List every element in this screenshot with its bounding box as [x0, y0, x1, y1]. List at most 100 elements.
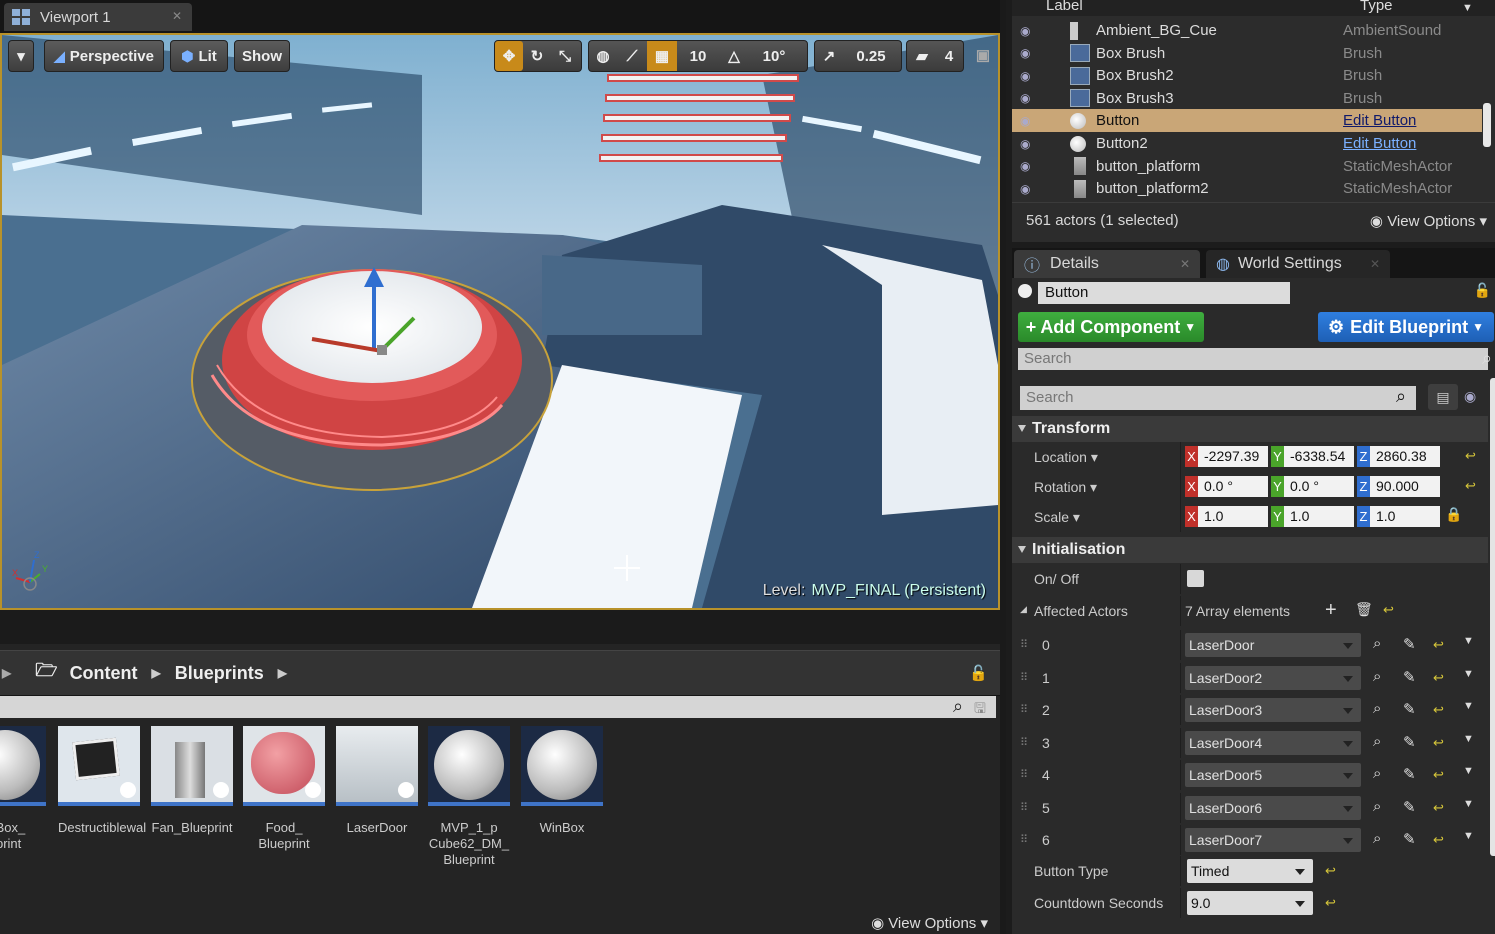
eye-icon[interactable]: ◉ — [1464, 388, 1476, 405]
add-component-button[interactable]: + Add Component ▼ — [1018, 312, 1204, 342]
browse-icon[interactable]: ⌕ — [1373, 668, 1381, 685]
reset-icon[interactable]: ↩ — [1433, 800, 1444, 816]
scale-x-field[interactable]: X 1.0 — [1185, 506, 1268, 527]
transform-category[interactable]: Transform — [1012, 416, 1488, 442]
eyedropper-icon[interactable]: ✎ — [1403, 733, 1416, 751]
reset-icon[interactable]: ↩ — [1325, 895, 1336, 911]
actor-picker-dropdown[interactable]: LaserDoor4 — [1185, 730, 1361, 755]
close-icon[interactable]: ✕ — [1370, 257, 1380, 271]
actor-picker-dropdown[interactable]: LaserDoor5 — [1185, 763, 1361, 787]
reset-icon[interactable]: ↩ — [1433, 637, 1444, 653]
rotation-snap-icon[interactable]: △ — [719, 41, 749, 71]
rotation-snap-value[interactable]: 10° — [749, 41, 799, 71]
button-type-dropdown[interactable]: Timed — [1187, 859, 1313, 883]
details-scrollbar[interactable] — [1490, 378, 1495, 856]
grid-snap-value[interactable]: 10 — [677, 41, 719, 71]
actor-name-field[interactable]: Button — [1038, 282, 1290, 304]
browse-icon[interactable]: ⌕ — [1373, 798, 1381, 815]
level-viewport[interactable]: ▾ ◢ Perspective ⬢ Lit Show ✥ ↻ ⤡ ◍ ⟋ ▦ 10 … — [0, 33, 1000, 610]
drag-handle-icon[interactable]: ⠿ — [1020, 736, 1028, 749]
tab-details[interactable]: ⓘ Details ✕ — [1014, 250, 1200, 278]
browse-icon[interactable]: ⌕ — [1373, 635, 1381, 652]
translate-icon[interactable]: ✥ — [495, 41, 523, 71]
scale-z-field[interactable]: Z 1.0 — [1357, 506, 1440, 527]
chevron-right-icon[interactable]: ▶ — [2, 666, 11, 680]
eyedropper-icon[interactable]: ✎ — [1403, 765, 1416, 783]
expand-icon[interactable]: ◢ — [1020, 604, 1027, 615]
asset-search-input[interactable] — [0, 696, 996, 718]
actor-picker-dropdown[interactable]: LaserDoor2 — [1185, 665, 1361, 690]
eyedropper-icon[interactable]: ✎ — [1403, 668, 1416, 686]
outliner-row[interactable]: ◉ Button2 Edit Button — [1012, 132, 1482, 155]
visibility-eye-icon[interactable]: ◉ — [1020, 69, 1030, 83]
breadcrumb-blueprints[interactable]: Blueprints — [175, 663, 264, 684]
asset-tile[interactable]: LaserDoor — [336, 726, 418, 836]
viewport-options-button[interactable]: ▾ — [8, 40, 34, 72]
scale-snap-value[interactable]: 0.25 — [843, 41, 899, 71]
camera-speed-icon[interactable]: ▰ — [907, 41, 937, 71]
reset-icon[interactable]: ↩ — [1433, 767, 1444, 783]
drag-handle-icon[interactable]: ⠿ — [1020, 671, 1028, 684]
outliner-row[interactable]: ◉ Ambient_BG_Cue AmbientSound — [1012, 19, 1482, 42]
column-label[interactable]: Label — [1046, 0, 1083, 14]
world-icon[interactable]: ◍ — [589, 41, 617, 71]
property-search-input[interactable]: Search — [1020, 386, 1416, 410]
actor-picker-dropdown[interactable]: LaserDoor3 — [1185, 698, 1361, 722]
visibility-eye-icon[interactable]: ◉ — [1020, 24, 1030, 38]
browse-icon[interactable]: ⌕ — [1373, 733, 1381, 750]
browse-icon[interactable]: ⌕ — [1373, 830, 1381, 847]
location-z-field[interactable]: Z 2860.38 — [1357, 446, 1440, 467]
asset-tile[interactable]: Food_ Blueprint — [243, 726, 325, 852]
outliner-row[interactable]: ◉ button_platform StaticMeshActor — [1012, 155, 1482, 178]
close-icon[interactable]: ✕ — [1180, 257, 1190, 271]
visibility-eye-icon[interactable]: ◉ — [1020, 137, 1030, 151]
surface-snap-icon[interactable]: ⟋ — [617, 41, 647, 71]
drag-handle-icon[interactable]: ⠿ — [1020, 638, 1028, 651]
close-icon[interactable]: ✕ — [172, 9, 182, 23]
outliner-scrollbar[interactable] — [1483, 103, 1491, 147]
lock-icon[interactable]: 🔓 — [969, 664, 988, 682]
drag-handle-icon[interactable]: ⠿ — [1020, 801, 1028, 814]
drag-handle-icon[interactable]: ⠿ — [1020, 703, 1028, 716]
location-y-field[interactable]: Y -6338.54 — [1271, 446, 1354, 467]
scale-icon[interactable]: ⤡ — [551, 41, 579, 71]
tab-world-settings[interactable]: ◍ World Settings ✕ — [1206, 250, 1390, 278]
rotation-y-field[interactable]: Y 0.0 ° — [1271, 476, 1354, 497]
breadcrumb-content[interactable]: Content — [70, 663, 138, 684]
countdown-field[interactable]: 9.0 — [1187, 891, 1313, 915]
viewport-tab[interactable]: Viewport 1 ✕ — [4, 3, 192, 31]
reset-icon[interactable]: ↩ — [1465, 448, 1476, 464]
outliner-row[interactable]: ◉ Box Brush2 Brush — [1012, 64, 1482, 87]
search-icon[interactable]: ⌕ — [1396, 386, 1406, 407]
actor-picker-dropdown[interactable]: LaserDoor — [1185, 633, 1361, 657]
lock-icon[interactable]: 🔒 — [1445, 506, 1462, 523]
outliner-row-type[interactable]: Edit Button — [1343, 135, 1416, 152]
asset-tile[interactable]: thBox_ eprint — [0, 726, 46, 852]
camera-speed-value[interactable]: 4 — [937, 41, 961, 71]
scale-y-field[interactable]: Y 1.0 — [1271, 506, 1354, 527]
outliner-row-type[interactable]: Edit Button — [1343, 112, 1416, 129]
asset-tile[interactable]: WinBox — [521, 726, 603, 836]
perspective-button[interactable]: ◢ Perspective — [44, 40, 164, 72]
visibility-eye-icon[interactable]: ◉ — [1020, 159, 1030, 173]
reset-icon[interactable]: ↩ — [1465, 478, 1476, 494]
reset-icon[interactable]: ↩ — [1433, 670, 1444, 686]
grid-snap-icon[interactable]: ▦ — [647, 41, 677, 71]
onoff-checkbox[interactable] — [1187, 570, 1204, 587]
edit-blueprint-button[interactable]: ⚙ Edit Blueprint ▼ — [1318, 312, 1494, 342]
component-search-input[interactable]: Search — [1018, 348, 1488, 370]
reset-icon[interactable]: ↩ — [1383, 602, 1394, 618]
visibility-eye-icon[interactable]: ◉ — [1020, 182, 1030, 196]
scale-snap-icon[interactable]: ↗ — [815, 41, 843, 71]
chevron-right-icon[interactable]: ▶ — [278, 666, 287, 680]
outliner-row[interactable]: ◉ Box Brush Brush — [1012, 42, 1482, 65]
reset-icon[interactable]: ↩ — [1433, 735, 1444, 751]
browse-icon[interactable]: ⌕ — [1373, 765, 1381, 782]
asset-tile[interactable]: Fan_Blueprint — [151, 726, 233, 836]
drag-handle-icon[interactable]: ⠿ — [1020, 833, 1028, 846]
asset-tile[interactable]: MVP_1_p Cube62_DM_ Blueprint — [428, 726, 510, 868]
show-button[interactable]: Show — [234, 40, 290, 72]
chevron-down-icon[interactable]: ▼ — [1463, 635, 1474, 647]
lock-icon[interactable]: 🔓 — [1474, 282, 1491, 299]
eyedropper-icon[interactable]: ✎ — [1403, 830, 1416, 848]
